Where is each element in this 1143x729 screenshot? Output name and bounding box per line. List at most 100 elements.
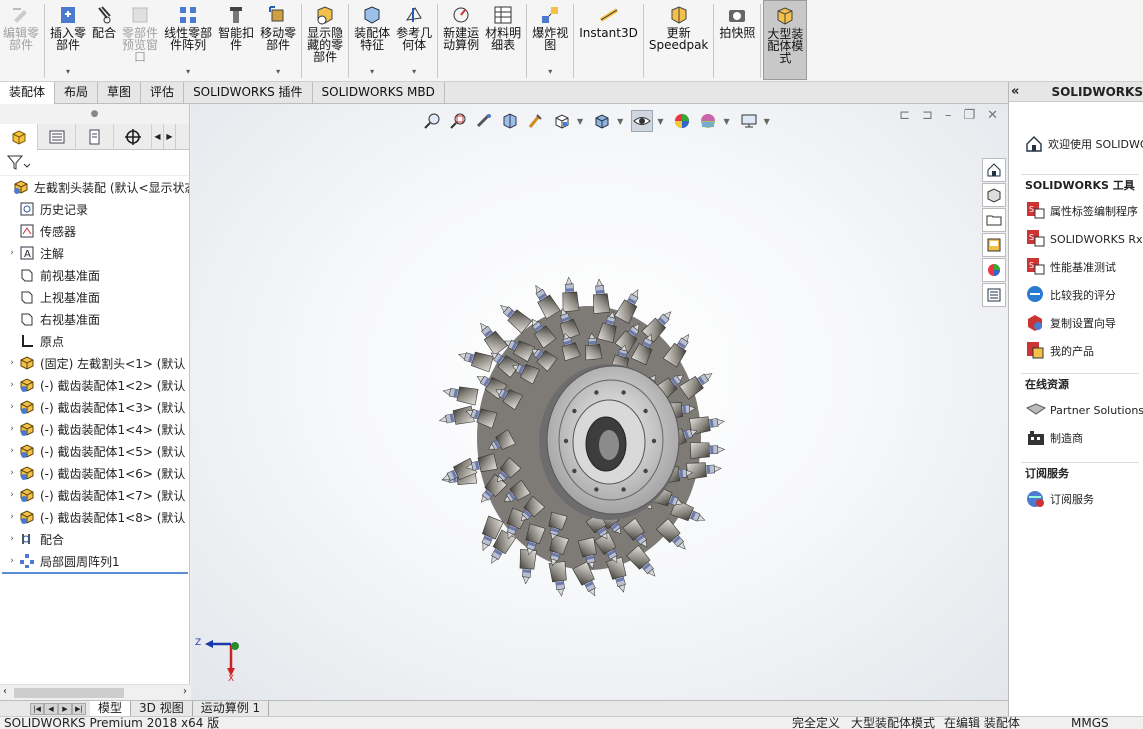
ribbon-button-speedpak[interactable]: 更新 Speedpak [646, 0, 712, 80]
model-tab-1[interactable]: 3D 视图 [131, 700, 193, 717]
expand-toggle-icon[interactable]: › [6, 424, 18, 434]
panel-grip[interactable]: ● [0, 104, 189, 124]
scroll-left-icon[interactable]: ‹ [3, 686, 7, 697]
task-pane-link[interactable]: 比较我的评分 [1009, 281, 1143, 309]
dropdown-arrow-icon[interactable]: ▾ [370, 67, 374, 76]
ribbon-button-bom[interactable]: 材料明 细表 [482, 0, 524, 80]
ribbon-button-snapshot[interactable]: 拍快照 [716, 0, 758, 80]
tree-item[interactable]: › (固定) 左截割头<1> (默认 [0, 352, 189, 374]
file-explorer-tab[interactable] [982, 208, 1006, 232]
tab-2[interactable]: 草图 [98, 82, 142, 104]
expand-toggle-icon[interactable]: › [6, 402, 18, 412]
triad-x-label: X [228, 674, 235, 684]
ribbon-button-exploded-view[interactable]: 爆炸视 图 ▾ [529, 0, 571, 80]
status-units[interactable]: MMGS [1071, 717, 1109, 729]
tree-item[interactable]: › (-) 截齿装配体1<7> (默认 [0, 484, 189, 506]
tab-scroll-left[interactable]: ◀ [152, 124, 164, 149]
ribbon-button-insert-component[interactable]: 插入零 部件 ▾ [47, 0, 89, 80]
task-pane-link[interactable]: 复制设置向导 [1009, 309, 1143, 337]
tree-item[interactable]: 传感器 [0, 220, 189, 242]
view-palette-tab[interactable] [982, 233, 1006, 257]
tree-item[interactable]: 历史记录 [0, 198, 189, 220]
tab-scroll-right[interactable]: ▶ [164, 124, 176, 149]
tree-item[interactable]: › (-) 截齿装配体1<8> (默认 [0, 506, 189, 528]
expand-toggle-icon[interactable]: › [6, 556, 18, 566]
tab-1[interactable]: 布局 [55, 82, 99, 104]
expand-toggle-icon[interactable]: › [6, 380, 18, 390]
custom-properties-tab[interactable] [982, 283, 1006, 307]
dropdown-arrow-icon[interactable]: ▾ [186, 67, 190, 76]
tab-3[interactable]: 评估 [141, 82, 185, 104]
expand-toggle-icon[interactable]: › [6, 358, 18, 368]
tree-item[interactable]: › 局部圆周阵列1 [0, 550, 189, 572]
tree-item[interactable]: 原点 [0, 330, 189, 352]
task-pane-link[interactable]: 我的产品 [1009, 337, 1143, 365]
ribbon-button-mate[interactable]: 配合 [89, 0, 119, 80]
tree-item[interactable]: › (-) 截齿装配体1<6> (默认 [0, 462, 189, 484]
dimxpert-tab[interactable] [114, 124, 152, 150]
configurationmanager-tab[interactable] [76, 124, 114, 150]
tree-item[interactable]: › (-) 截齿装配体1<5> (默认 [0, 440, 189, 462]
ribbon-button-motion-study[interactable]: 新建运 动算例 [440, 0, 482, 80]
welcome-link[interactable]: 欢迎使用 SOLIDWORKS [1009, 130, 1143, 158]
task-pane-link[interactable]: S 属性标签编制程序 [1009, 197, 1143, 225]
ribbon-button-reference-geometry[interactable]: 参考几 何体 ▾ [393, 0, 435, 80]
graphics-area[interactable]: ▼ ▼ ▼ ▼ ▼ ⊏ ⊐ – ❐ ✕ Z X [191, 104, 1008, 700]
cutter-head-model[interactable] [191, 104, 1008, 700]
first-tab-button[interactable]: |◀ [30, 702, 44, 715]
propertymanager-tab[interactable] [38, 124, 76, 150]
task-pane-link[interactable]: 制造商 [1009, 424, 1143, 452]
appearances-tab[interactable] [982, 258, 1006, 282]
ribbon-button-edit-component[interactable]: 编辑零 部件 [0, 0, 42, 80]
tree-item[interactable]: › 配合 [0, 528, 189, 550]
tree-filter[interactable] [0, 150, 189, 176]
task-pane-link[interactable]: S SOLIDWORKS Rx [1009, 225, 1143, 253]
tree-item[interactable]: › (-) 截齿装配体1<3> (默认 [0, 396, 189, 418]
ribbon-button-assembly-feature[interactable]: 装配体 特征 ▾ [351, 0, 393, 80]
scroll-right-icon[interactable]: › [183, 686, 187, 697]
horizontal-scrollbar[interactable]: ‹ › [0, 684, 190, 700]
tree-item[interactable]: › (-) 截齿装配体1<2> (默认 [0, 374, 189, 396]
tab-0[interactable]: 装配体 [0, 82, 56, 104]
expand-toggle-icon[interactable]: › [6, 512, 18, 522]
next-tab-button[interactable]: ▶ [58, 702, 72, 715]
ribbon-button-linear-pattern[interactable]: 线性零部 件阵列 ▾ [161, 0, 215, 80]
last-tab-button[interactable]: ▶| [72, 702, 86, 715]
design-library-tab[interactable] [982, 183, 1006, 207]
expand-toggle-icon[interactable]: › [6, 248, 18, 258]
configurationmanager-icon [89, 129, 99, 145]
tree-rollback-bar[interactable] [2, 572, 188, 574]
expand-toggle-icon[interactable]: › [6, 446, 18, 456]
tree-item[interactable]: 上视基准面 [0, 286, 189, 308]
tab-5[interactable]: SOLIDWORKS MBD [313, 82, 445, 104]
model-tab-2[interactable]: 运动算例 1 [193, 700, 270, 717]
dropdown-arrow-icon[interactable]: ▾ [276, 67, 280, 76]
task-pane-link[interactable]: 订阅服务 [1009, 485, 1143, 513]
dropdown-arrow-icon[interactable]: ▾ [548, 67, 552, 76]
expand-toggle-icon[interactable]: › [6, 468, 18, 478]
dropdown-arrow-icon[interactable]: ▾ [412, 67, 416, 76]
expand-toggle-icon[interactable]: › [6, 490, 18, 500]
task-pane-link[interactable]: Partner Solutions(B [1009, 396, 1143, 424]
tree-item[interactable]: 前视基准面 [0, 264, 189, 286]
ribbon-button-instant3d[interactable]: Instant3D [576, 0, 641, 80]
task-home-tab[interactable] [982, 158, 1006, 182]
model-tab-0[interactable]: 模型 [90, 700, 132, 717]
dropdown-arrow-icon[interactable]: ▾ [66, 67, 70, 76]
collapse-chevron-icon[interactable]: « [1009, 84, 1021, 99]
expand-toggle-icon[interactable]: › [6, 534, 18, 544]
task-pane-link[interactable]: S 性能基准测试 [1009, 253, 1143, 281]
tab-4[interactable]: SOLIDWORKS 插件 [184, 82, 313, 104]
ribbon-button-smart-fastener[interactable]: 智能扣 件 [215, 0, 257, 80]
ribbon-button-large-assembly[interactable]: 大型装 配体模 式 [763, 0, 808, 80]
tree-item[interactable]: › (-) 截齿装配体1<4> (默认 [0, 418, 189, 440]
tree-item[interactable]: › A 注解 [0, 242, 189, 264]
ribbon-button-component-preview[interactable]: 零部件 预览窗 口 [119, 0, 161, 80]
prev-tab-button[interactable]: ◀ [44, 702, 58, 715]
scroll-thumb[interactable] [14, 688, 124, 698]
tree-item[interactable]: 左截割头装配 (默认<显示状态 [0, 176, 189, 198]
tree-item[interactable]: 右视基准面 [0, 308, 189, 330]
ribbon-button-move-component[interactable]: 移动零 部件 ▾ [257, 0, 299, 80]
ribbon-button-show-hidden[interactable]: 显示隐 藏的零 部件 [304, 0, 346, 80]
featuremanager-tab[interactable] [0, 124, 38, 150]
